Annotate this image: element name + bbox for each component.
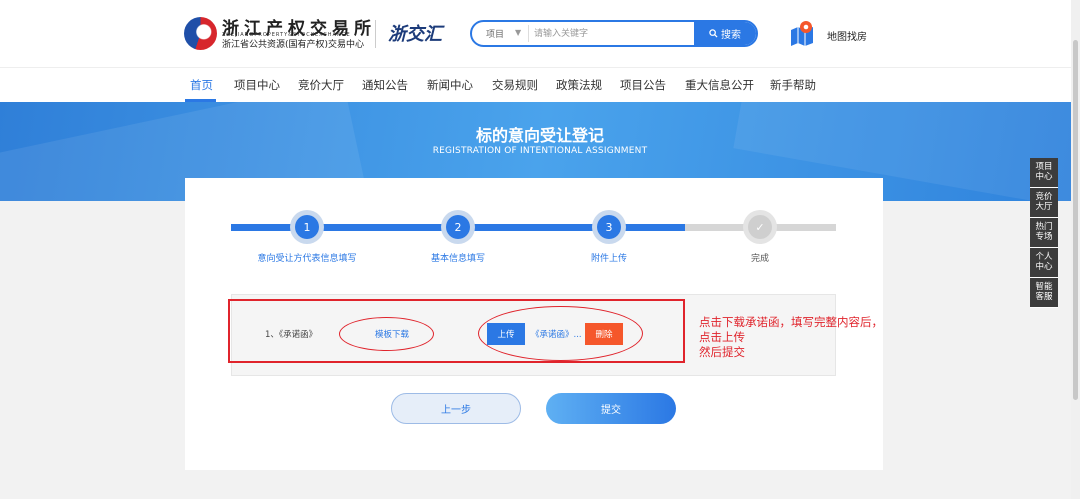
step-1-number: 1: [295, 215, 319, 239]
nav-item-policies[interactable]: 政策法规: [556, 77, 602, 93]
page-title: 标的意向受让登记: [475, 126, 604, 145]
step-3-label: 附件上传: [590, 254, 628, 264]
search-button[interactable]: 搜索: [694, 22, 756, 45]
step-2-number: 2: [446, 215, 470, 239]
annotation-circle-upload: [478, 306, 643, 361]
chevron-down-icon[interactable]: ▼: [515, 28, 521, 37]
zhejiaohui-logo[interactable]: 浙交汇: [388, 20, 442, 46]
search-bar: 项目 ▼ 搜索: [470, 20, 758, 47]
step-2: 2: [441, 210, 475, 244]
nav-item-projects[interactable]: 项目中心: [234, 77, 280, 93]
scrollbar-thumb[interactable]: [1073, 40, 1078, 400]
search-category-select[interactable]: 项目: [486, 27, 504, 40]
search-button-label: 搜索: [721, 30, 741, 41]
exchange-logo-icon[interactable]: [184, 17, 217, 50]
submit-button[interactable]: 提交: [546, 393, 676, 424]
search-separator: [528, 25, 529, 42]
main-nav: 首页 项目中心 竞价大厅 通知公告 新闻中心 交易规则 政策法规 项目公告 重大…: [0, 67, 1080, 102]
page-subtitle: REGISTRATION OF INTENTIONAL ASSIGNMENT: [432, 146, 648, 156]
previous-step-button[interactable]: 上一步: [391, 393, 521, 424]
nav-item-notices[interactable]: 通知公告: [362, 77, 408, 93]
page-scrollbar[interactable]: [1071, 0, 1080, 499]
map-search-link[interactable]: 地图找房: [827, 28, 867, 43]
step-3: 3: [592, 210, 626, 244]
search-input[interactable]: [534, 24, 694, 43]
nav-item-rules[interactable]: 交易规则: [492, 77, 538, 93]
site-header: 浙江产权交易所 ZHEJIANGPROPERTY&STOCKEXCHANGE 浙…: [0, 0, 1080, 67]
logo-divider: [375, 20, 376, 48]
side-item-service[interactable]: 智能 客服: [1030, 278, 1058, 308]
nav-item-project-announcements[interactable]: 项目公告: [620, 77, 666, 93]
step-3-number: 3: [597, 215, 621, 239]
annotation-circle-download: [339, 317, 434, 351]
annotation-line-3: 然后提交: [699, 345, 745, 359]
check-icon: ✓: [748, 215, 772, 239]
step-1: 1: [290, 210, 324, 244]
side-item-bidding[interactable]: 竞价 大厅: [1030, 188, 1058, 218]
annotation-line-2: 点击上传: [699, 330, 745, 344]
step-4: ✓: [743, 210, 777, 244]
side-item-personal[interactable]: 个人 中心: [1030, 248, 1058, 278]
side-item-projects[interactable]: 项目 中心: [1030, 158, 1058, 188]
nav-item-help[interactable]: 新手帮助: [770, 77, 816, 93]
side-item-hot[interactable]: 热门 专场: [1030, 218, 1058, 248]
logo-subtitle: 浙江省公共资源(国有产权)交易中心: [222, 40, 365, 50]
side-float-menu: 项目 中心 竞价 大厅 热门 专场 个人 中心 智能 客服: [1030, 158, 1058, 308]
nav-item-home[interactable]: 首页: [190, 77, 213, 93]
nav-item-news[interactable]: 新闻中心: [427, 77, 473, 93]
annotation-line-1: 点击下载承诺函，填写完整内容后，: [699, 315, 883, 329]
step-1-label: 意向受让方代表信息填写: [257, 254, 357, 264]
step-4-label: 完成: [750, 254, 770, 264]
search-icon: [709, 29, 718, 38]
annotation-instructions: 点击下载承诺函，填写完整内容后， 点击上传 然后提交: [699, 315, 883, 360]
nav-item-major-disclosure[interactable]: 重大信息公开: [685, 77, 754, 93]
map-icon[interactable]: [789, 20, 817, 46]
nav-item-bidding-hall[interactable]: 竞价大厅: [298, 77, 344, 93]
step-2-label: 基本信息填写: [430, 254, 486, 264]
